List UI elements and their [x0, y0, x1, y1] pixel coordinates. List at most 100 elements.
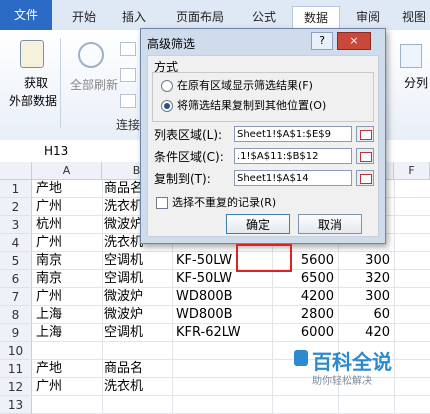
get-external-data-button[interactable]: 获取 外部数据 — [8, 38, 58, 118]
cell[interactable] — [272, 396, 334, 414]
cell[interactable]: WD800B — [176, 306, 272, 324]
cell[interactable]: 6000 — [272, 324, 334, 342]
tab-review[interactable]: 审阅 — [348, 6, 388, 30]
cell[interactable]: 上海 — [36, 324, 102, 342]
cell[interactable]: 4200 — [272, 288, 334, 306]
cell[interactable]: 320 — [338, 270, 390, 288]
external-data-label: 外部数据 — [8, 94, 57, 108]
row-header[interactable]: 6 — [0, 270, 32, 288]
properties-icon — [120, 68, 136, 82]
cell[interactable]: 南京 — [36, 270, 102, 288]
list-range-input[interactable]: Sheet1!$A$1:$E$9 — [234, 126, 352, 142]
close-button[interactable]: × — [337, 32, 371, 50]
refresh-all-button[interactable]: 全部刷新 — [64, 38, 118, 118]
cell[interactable]: 上海 — [36, 306, 102, 324]
cell[interactable]: 产地 — [36, 180, 102, 198]
column-header-a[interactable]: A — [32, 162, 102, 180]
cell[interactable]: 商品名 — [104, 360, 174, 378]
cell[interactable]: 广州 — [36, 198, 102, 216]
cell[interactable] — [176, 396, 272, 414]
cell[interactable]: 300 — [338, 252, 390, 270]
cell[interactable] — [338, 396, 390, 414]
advanced-filter-dialog: 高级筛选 ? × 方式 在原有区域显示筛选结果(F) 将筛选结果复制到其他位置(… — [140, 28, 386, 244]
range-select-icon — [360, 130, 372, 140]
cell[interactable]: 广州 — [36, 234, 102, 252]
copy-to-input[interactable]: Sheet1!$A$14 — [234, 170, 352, 186]
row-header[interactable]: 3 — [0, 216, 32, 234]
name-box[interactable]: H13 — [44, 142, 104, 160]
cell[interactable]: KFR-62LW — [176, 324, 272, 342]
cancel-button[interactable]: 取消 — [298, 214, 362, 234]
gridline — [102, 180, 103, 414]
row-header[interactable]: 13 — [0, 396, 32, 414]
ribbon-separator — [60, 38, 61, 128]
ok-button-highlight — [236, 244, 292, 272]
cell[interactable]: 产地 — [36, 360, 102, 378]
list-range-collapse-button[interactable] — [356, 126, 374, 142]
cell[interactable]: 6500 — [272, 270, 334, 288]
radio-copy-to-location[interactable]: 将筛选结果复制到其他位置(O) — [161, 97, 326, 113]
dialog-title: 高级筛选 — [147, 37, 196, 51]
radio-in-place[interactable]: 在原有区域显示筛选结果(F) — [161, 77, 313, 93]
row-header[interactable]: 11 — [0, 360, 32, 378]
dialog-body: 方式 在原有区域显示筛选结果(F) 将筛选结果复制到其他位置(O) 列表区域(L… — [147, 55, 379, 237]
unique-records-label: 选择不重复的记录(R) — [172, 196, 277, 209]
copy-to-label: 复制到(T): — [154, 172, 211, 186]
cell[interactable]: 420 — [338, 324, 390, 342]
cell[interactable]: 广州 — [36, 288, 102, 306]
cell[interactable]: 洗衣机 — [104, 378, 174, 396]
row-header[interactable]: 4 — [0, 234, 32, 252]
help-button[interactable]: ? — [311, 32, 333, 50]
tab-home[interactable]: 开始 — [64, 6, 104, 30]
row-header[interactable]: 7 — [0, 288, 32, 306]
criteria-range-input[interactable]: .1!$A$11:$B$12 — [234, 148, 352, 164]
cell[interactable]: 空调机 — [104, 324, 174, 342]
row-header[interactable]: 10 — [0, 342, 32, 360]
cell[interactable]: 300 — [338, 288, 390, 306]
cell[interactable] — [176, 378, 272, 396]
cell[interactable] — [36, 342, 102, 360]
cell[interactable] — [36, 396, 102, 414]
select-all-corner[interactable] — [0, 162, 32, 180]
cell[interactable]: 广州 — [36, 378, 102, 396]
cell[interactable]: 2800 — [272, 306, 334, 324]
cell[interactable]: 空调机 — [104, 270, 174, 288]
row-header[interactable]: 5 — [0, 252, 32, 270]
connections-icon — [120, 42, 136, 56]
criteria-range-collapse-button[interactable] — [356, 148, 374, 164]
unique-records-checkbox[interactable]: 选择不重复的记录(R) — [156, 194, 276, 210]
cell[interactable]: WD800B — [176, 288, 272, 306]
refresh-icon — [78, 42, 104, 68]
copy-to-collapse-button[interactable] — [356, 170, 374, 186]
cell[interactable] — [104, 342, 174, 360]
tab-view[interactable]: 视图 — [398, 6, 430, 30]
row-header[interactable]: 8 — [0, 306, 32, 324]
column-header-f[interactable]: F — [394, 162, 430, 180]
tab-insert[interactable]: 插入 — [114, 6, 154, 30]
radio-in-place-label: 在原有区域显示筛选结果(F) — [177, 79, 313, 92]
cell[interactable] — [104, 396, 174, 414]
cell[interactable]: 微波炉 — [104, 306, 174, 324]
row-header[interactable]: 9 — [0, 324, 32, 342]
tab-file[interactable]: 文件 — [0, 0, 52, 30]
row-header[interactable]: 1 — [0, 180, 32, 198]
ribbon-tab-bar: 文件 开始 插入 页面布局 公式 数据 审阅 视图 — [0, 0, 430, 31]
watermark-badge-icon — [294, 350, 308, 366]
text-to-columns-icon — [400, 44, 422, 68]
cell[interactable]: KF-50LW — [176, 270, 272, 288]
split-button-label[interactable]: 分列 — [404, 74, 430, 91]
row-header[interactable]: 12 — [0, 378, 32, 396]
radio-copy-label: 将筛选结果复制到其他位置(O) — [177, 99, 327, 112]
cell[interactable]: 杭州 — [36, 216, 102, 234]
cell[interactable]: 南京 — [36, 252, 102, 270]
checkbox-box — [156, 197, 168, 209]
tab-formulas[interactable]: 公式 — [244, 6, 284, 30]
cell[interactable]: 空调机 — [104, 252, 174, 270]
cell[interactable]: 微波炉 — [104, 288, 174, 306]
ok-button[interactable]: 确定 — [226, 214, 290, 234]
tab-page-layout[interactable]: 页面布局 — [168, 6, 232, 30]
cell[interactable] — [176, 342, 272, 360]
cell[interactable]: 60 — [338, 306, 390, 324]
cell[interactable] — [176, 360, 272, 378]
row-header[interactable]: 2 — [0, 198, 32, 216]
